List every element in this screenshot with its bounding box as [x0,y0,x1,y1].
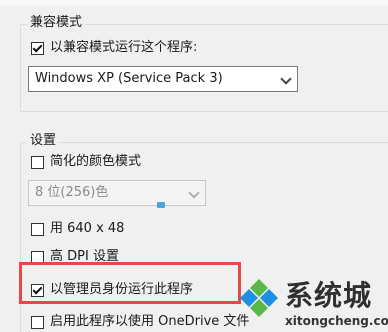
resolution-label: 用 640 x 48 [50,221,125,236]
compatibility-properties-panel: 兼容模式 以兼容模式运行这个程序: Windows XP (Service Pa… [0,0,388,332]
os-version-select[interactable]: Windows XP (Service Pack 3) [28,66,298,92]
onedrive-row[interactable]: 启用此程序以使用 OneDrive 文件 [31,314,249,330]
os-version-selected: Windows XP (Service Pack 3) [35,71,223,86]
reduced-color-label: 简化的颜色模式 [50,154,142,169]
pinwheel-logo-icon [240,279,278,317]
watermark-brand: 系统城 [285,279,373,312]
onedrive-checkbox[interactable] [31,315,44,329]
color-depth-selected: 8 位(256)色 [35,185,109,200]
top-edge [0,0,388,6]
compat-group-title: 兼容模式 [27,15,86,31]
overlay-fragment-icon [157,202,165,208]
chevron-down-icon [280,73,292,85]
settings-group-title: 设置 [27,133,60,149]
chevron-down-icon [188,187,200,199]
resolution-checkbox[interactable] [31,222,44,236]
compat-mode-checkbox[interactable] [31,41,44,55]
reduced-color-checkbox[interactable] [31,155,44,169]
red-highlight-box [19,262,241,304]
compat-mode-checkbox-row[interactable]: 以兼容模式运行这个程序: [31,40,197,56]
reduced-color-row[interactable]: 简化的颜色模式 [31,154,141,170]
resolution-row[interactable]: 用 640 x 48 [31,221,124,237]
watermark-url: xitongcheng.com [285,314,388,328]
color-depth-select[interactable]: 8 位(256)色 [28,180,206,206]
compat-mode-label: 以兼容模式运行这个程序: [50,40,198,55]
onedrive-label: 启用此程序以使用 OneDrive 文件 [50,314,250,329]
